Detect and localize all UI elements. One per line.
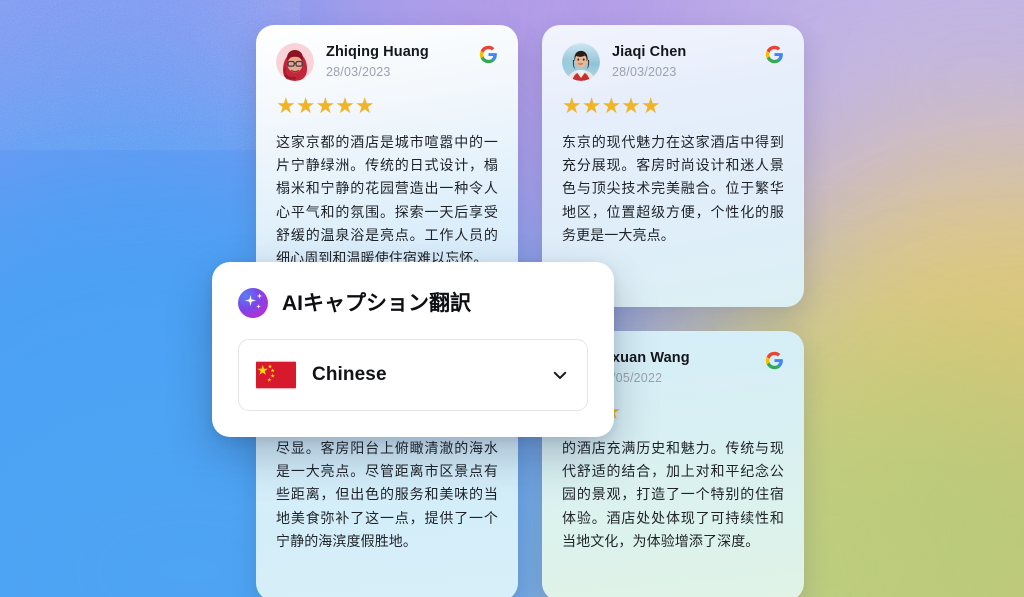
review-date: 28/03/2023	[326, 64, 391, 79]
modal-header: AIキャプション翻訳	[238, 288, 588, 318]
reviewer-info: Jiaqi Chen 28/03/2023	[612, 43, 686, 79]
modal-title: AIキャプション翻訳	[282, 291, 471, 315]
review-date: 28/03/2023	[612, 64, 677, 79]
review-text: 这家京都的酒店是城市喧嚣中的一片宁静绿洲。传统的日式设计，榻榻米和宁静的花园营造…	[276, 134, 498, 267]
flag-china-icon	[256, 361, 296, 389]
selected-language-label: Chinese	[312, 364, 387, 385]
review-card-header: Zhiqing Huang 28/03/2023	[276, 43, 498, 81]
star-rating: ★★★★★	[276, 93, 375, 118]
review-text: 东京的现代魅力在这家酒店中得到充分展现。客房时尚设计和迷人景色与顶尖技术完美融合…	[562, 134, 784, 243]
google-logo-icon	[765, 45, 784, 64]
review-date: /05/2022	[612, 370, 663, 385]
ai-caption-translation-modal: AIキャプション翻訳 Chinese	[212, 262, 614, 437]
review-text: 尽显。客房阳台上俯瞰清澈的海水是一大亮点。尽管距离市区景点有些距离，但出色的服务…	[276, 440, 498, 549]
review-text: 的酒店充满历史和魅力。传统与现代舒适的结合，加上对和平纪念公园的景观，打造了一个…	[562, 440, 784, 549]
google-logo-icon	[765, 351, 784, 370]
reviewer-info: xuan Wang /05/2022	[612, 349, 690, 385]
avatar	[562, 43, 600, 81]
chevron-down-icon[interactable]	[551, 366, 569, 384]
reviewer-info: Zhiqing Huang 28/03/2023	[326, 43, 429, 79]
language-select[interactable]: Chinese	[238, 339, 588, 411]
ai-sparkle-icon	[238, 288, 268, 318]
review-card-header: Jiaqi Chen 28/03/2023	[562, 43, 784, 81]
avatar	[276, 43, 314, 81]
google-logo-icon	[479, 45, 498, 64]
reviewer-name: Jiaqi Chen	[612, 44, 687, 60]
reviewer-name: xuan Wang	[612, 350, 690, 366]
star-rating: ★★★★★	[562, 93, 661, 118]
reviewer-name: Zhiqing Huang	[326, 44, 429, 60]
